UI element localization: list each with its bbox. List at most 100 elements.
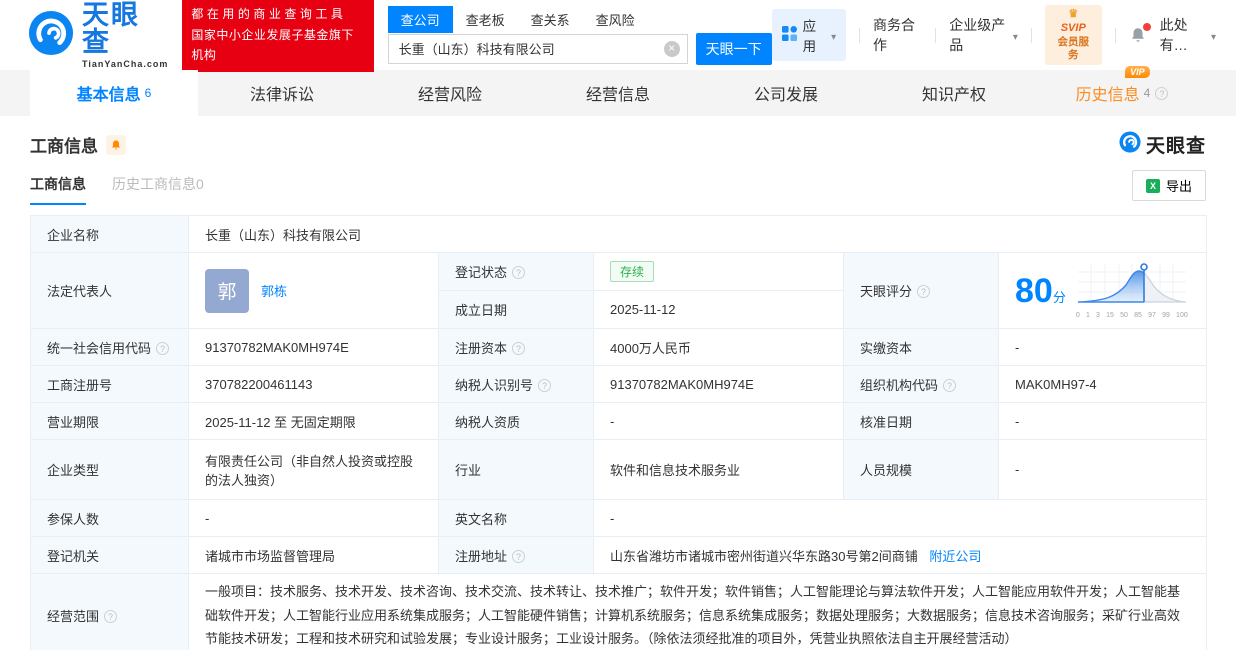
field-label: 营业期限 xyxy=(30,402,189,440)
help-icon[interactable] xyxy=(104,610,118,623)
business-cooperation-link[interactable]: 商务合作 xyxy=(873,15,922,55)
divider xyxy=(935,27,937,43)
chevron-down-icon xyxy=(1010,27,1018,43)
table-row: 企业名称 长重（山东）科技有限公司 xyxy=(30,215,1208,253)
field-label: 注册资本 xyxy=(438,328,594,366)
tab-history-info[interactable]: 历史信息 VIP 4 xyxy=(1038,66,1206,116)
subscribe-bell-icon[interactable] xyxy=(106,134,126,155)
apps-grid-icon xyxy=(781,26,797,44)
reg-status-value: 存续 xyxy=(593,252,844,291)
legal-rep-cell: 郭 郭栋 xyxy=(188,252,439,329)
help-icon[interactable] xyxy=(512,341,526,355)
tianyancha-watermark-logo: 天眼查 xyxy=(1119,131,1206,158)
business-info-table: 企业名称 长重（山东）科技有限公司 法定代表人 郭 郭栋 登记状态 存续 天眼评… xyxy=(30,215,1208,650)
enterprise-products-menu[interactable]: 企业级产品 xyxy=(949,15,1018,55)
business-scope-value: 一般项目：技术服务、技术开发、技术咨询、技术交流、技术转让、技术推广；软件开发；… xyxy=(187,573,1208,650)
export-button[interactable]: 导出 xyxy=(1131,170,1206,201)
notifications-bell-icon[interactable] xyxy=(1129,23,1151,44)
table-row: 工商注册号 370782200461143 纳税人识别号 91370782MAK… xyxy=(30,365,1208,403)
search-tab-boss[interactable]: 查老板 xyxy=(453,6,518,33)
section-title: 工商信息 xyxy=(30,137,98,156)
paid-capital-value: - xyxy=(997,328,1208,366)
subtab-business-info[interactable]: 工商信息 xyxy=(30,174,86,205)
field-label: 注册地址 xyxy=(438,536,594,574)
tab-operating-info[interactable]: 经营信息 xyxy=(534,70,702,116)
divider xyxy=(1114,27,1116,43)
tab-count: 6 xyxy=(144,86,152,100)
help-icon[interactable] xyxy=(538,378,552,392)
chevron-down-icon xyxy=(828,28,836,43)
reg-capital-value: 4000万人民币 xyxy=(593,328,844,366)
field-label: 企业名称 xyxy=(30,215,189,253)
business-term-value: 2025-11-12 至 无固定期限 xyxy=(188,402,439,440)
status-badge: 存续 xyxy=(610,261,655,282)
field-label: 登记机关 xyxy=(30,536,189,574)
help-icon[interactable] xyxy=(1155,86,1169,100)
field-label: 纳税人资质 xyxy=(438,402,594,440)
legal-rep-link[interactable]: 郭栋 xyxy=(261,281,287,300)
search-tab-company[interactable]: 查公司 xyxy=(387,5,453,33)
help-icon[interactable] xyxy=(917,285,931,298)
search-tabs: 查公司 查老板 查关系 查风险 xyxy=(387,5,772,33)
field-label: 成立日期 xyxy=(438,290,594,329)
table-row: 法定代表人 郭 郭栋 登记状态 存续 天眼评分 80分 xyxy=(30,252,1208,329)
score-distribution-chart: 01 3 15 50 85 97 99 100 xyxy=(1076,262,1188,319)
svip-membership-button[interactable]: ♛ SVIP 会员服务 xyxy=(1044,5,1102,65)
divider xyxy=(859,27,861,43)
table-row: 统一社会信用代码 91370782MAK0MH974E 注册资本 4000万人民… xyxy=(30,328,1208,366)
tab-basic-info[interactable]: 基本信息 6 xyxy=(30,70,198,116)
subtab-history-business-info[interactable]: 历史工商信息0 xyxy=(112,174,204,205)
tianyancha-eye-icon xyxy=(1119,131,1141,158)
field-label: 英文名称 xyxy=(438,499,594,537)
search-tab-relation[interactable]: 查关系 xyxy=(518,6,583,33)
header-right: 应用 商务合作 企业级产品 ♛ SVIP 会员服务 此处有… xyxy=(771,5,1216,65)
field-label: 核准日期 xyxy=(843,402,999,440)
avatar[interactable]: 郭 xyxy=(205,268,249,313)
tianyancha-eye-icon xyxy=(28,10,74,61)
chevron-down-icon xyxy=(1208,27,1216,43)
field-label: 行业 xyxy=(438,439,594,500)
help-icon[interactable] xyxy=(512,549,526,563)
apps-menu[interactable]: 应用 xyxy=(771,9,847,61)
brand-domain: TianYanCha.com xyxy=(82,58,169,69)
help-icon[interactable] xyxy=(943,378,957,392)
tab-operating-risk[interactable]: 经营风险 xyxy=(366,70,534,116)
search-button[interactable]: 天眼一下 xyxy=(695,32,772,65)
help-icon[interactable] xyxy=(512,266,526,279)
field-label: 工商注册号 xyxy=(30,365,189,403)
tab-company-development[interactable]: 公司发展 xyxy=(702,70,870,116)
tab-legal-proceedings[interactable]: 法律诉讼 xyxy=(198,70,366,116)
notification-dot xyxy=(1142,23,1151,31)
industry-value: 软件和信息技术服务业 xyxy=(593,439,844,500)
search-tab-risk[interactable]: 查风险 xyxy=(583,6,648,33)
field-label: 天眼评分 xyxy=(843,252,999,329)
tab-intellectual-property[interactable]: 知识产权 xyxy=(870,70,1038,116)
score-cell: 80分 0 1 3 15 50 85 97 99 100 xyxy=(997,252,1208,329)
reg-authority-value: 诸城市市场监督管理局 xyxy=(188,536,439,574)
approval-date-value: - xyxy=(997,402,1208,440)
help-icon[interactable] xyxy=(156,341,170,355)
table-row: 营业期限 2025-11-12 至 无固定期限 纳税人资质 - 核准日期 - xyxy=(30,402,1208,440)
nearby-companies-link[interactable]: 附近公司 xyxy=(929,549,981,564)
table-row: 企业类型 有限责任公司（非自然人投资或控股的法人独资） 行业 软件和信息技术服务… xyxy=(30,439,1208,500)
search-input[interactable] xyxy=(387,33,688,64)
field-label: 组织机构代码 xyxy=(843,365,999,403)
reg-number-value: 370782200461143 xyxy=(188,365,439,403)
user-account-menu[interactable]: 此处有… xyxy=(1160,15,1216,55)
clear-search-icon[interactable] xyxy=(663,40,680,57)
score-value: 80 xyxy=(1015,271,1053,310)
vip-badge: VIP xyxy=(1125,66,1150,78)
insured-value: - xyxy=(188,499,439,537)
site-header: 天眼查 TianYanCha.com 都在用的商业查询工具 国家中小企业发展子基… xyxy=(0,0,1236,72)
company-type-value: 有限责任公司（非自然人投资或控股的法人独资） xyxy=(188,439,439,500)
table-row: 登记机关 诸城市市场监督管理局 注册地址 山东省潍坊市诸城市密州街道兴华东路30… xyxy=(30,536,1208,574)
field-label: 法定代表人 xyxy=(30,252,189,329)
table-row: 经营范围 一般项目：技术服务、技术开发、技术咨询、技术交流、技术转让、技术推广；… xyxy=(30,573,1208,650)
chart-axis-ticks: 01 3 15 50 85 97 99 100 xyxy=(1075,312,1188,319)
field-label: 企业类型 xyxy=(30,439,189,500)
uscc-value: 91370782MAK0MH974E xyxy=(188,328,439,366)
table-row: 参保人数 - 英文名称 - xyxy=(30,499,1208,537)
staff-size-value: - xyxy=(997,439,1208,500)
tianyancha-logo[interactable]: 天眼查 TianYanCha.com xyxy=(28,1,169,69)
field-label: 纳税人识别号 xyxy=(438,365,594,403)
